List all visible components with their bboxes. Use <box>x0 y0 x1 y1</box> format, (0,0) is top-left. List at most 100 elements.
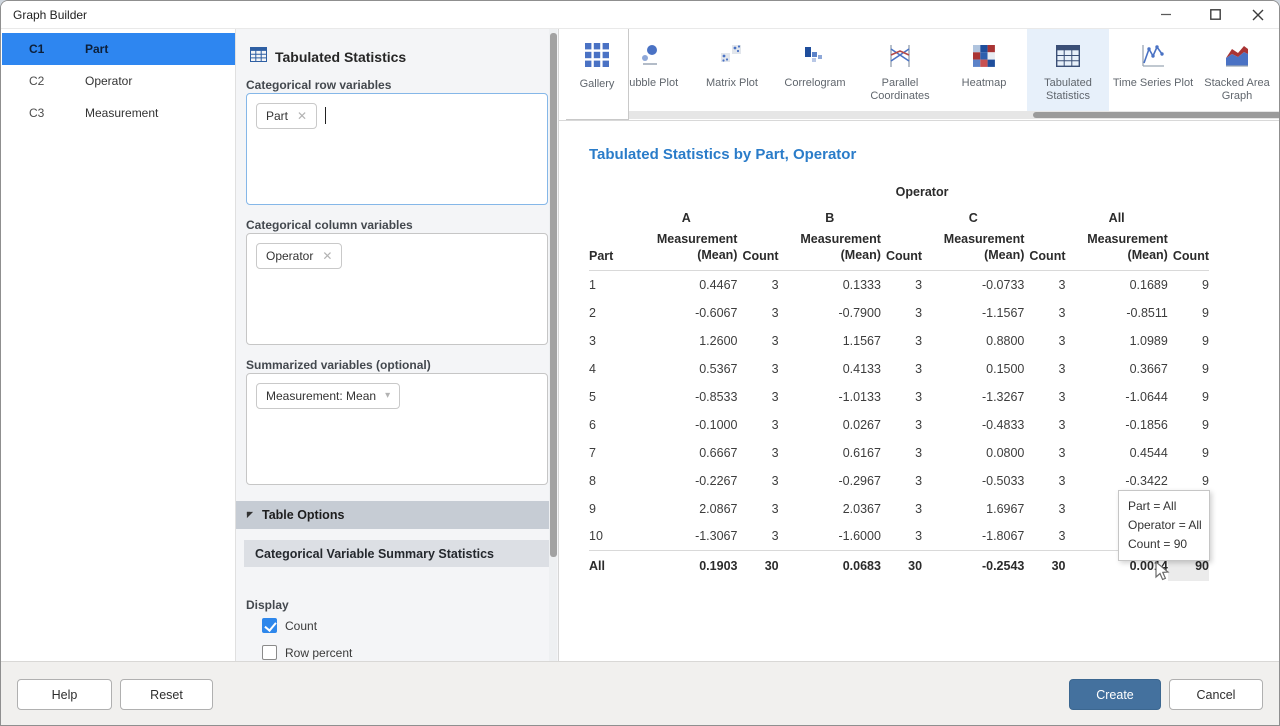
display-checkbox-row[interactable]: Count <box>262 618 317 633</box>
value-cell[interactable]: 3 <box>1024 467 1065 495</box>
part-cell[interactable]: All <box>589 551 635 581</box>
sidebar-item-part[interactable]: C1 Part <box>2 33 235 65</box>
value-cell[interactable]: 3 <box>737 355 778 383</box>
value-cell[interactable]: -1.6000 <box>779 523 881 551</box>
value-cell[interactable]: 2.0867 <box>635 495 737 523</box>
part-cell[interactable]: 3 <box>589 327 635 355</box>
value-cell[interactable]: 9 <box>1168 327 1209 355</box>
value-cell[interactable]: -0.8511 <box>1066 299 1168 327</box>
value-cell[interactable]: 3 <box>737 439 778 467</box>
chevron-down-icon[interactable]: ▾ <box>385 391 390 401</box>
summarized-variables-input[interactable]: Measurement: Mean ▾ <box>246 373 548 485</box>
value-cell[interactable]: 0.1333 <box>779 271 881 299</box>
value-cell[interactable]: -0.6067 <box>635 299 737 327</box>
value-cell[interactable]: 0.6167 <box>779 439 881 467</box>
value-cell[interactable]: 3 <box>737 467 778 495</box>
value-cell[interactable]: 3 <box>1024 495 1065 523</box>
value-cell[interactable]: 0.3667 <box>1066 355 1168 383</box>
part-cell[interactable]: 7 <box>589 439 635 467</box>
value-cell[interactable]: 1.2600 <box>635 327 737 355</box>
value-cell[interactable]: 3 <box>881 439 922 467</box>
value-cell[interactable]: -1.3267 <box>922 383 1024 411</box>
value-cell[interactable]: 3 <box>881 523 922 551</box>
variable-chip-measurement-mean[interactable]: Measurement: Mean ▾ <box>256 383 400 409</box>
value-cell[interactable]: 0.6667 <box>635 439 737 467</box>
value-cell[interactable]: 0.5367 <box>635 355 737 383</box>
value-cell[interactable]: 0.1689 <box>1066 271 1168 299</box>
value-cell[interactable]: 3 <box>737 299 778 327</box>
part-cell[interactable]: 1 <box>589 271 635 299</box>
part-cell[interactable]: 5 <box>589 383 635 411</box>
value-cell[interactable]: 0.4544 <box>1066 439 1168 467</box>
create-button[interactable]: Create <box>1069 679 1161 710</box>
value-cell[interactable]: 0.4467 <box>635 271 737 299</box>
value-cell[interactable]: 3 <box>737 411 778 439</box>
remove-chip-icon[interactable]: ✕ <box>297 110 307 122</box>
value-cell[interactable]: -1.3067 <box>635 523 737 551</box>
gallery-item-correlogram[interactable]: Correlogram <box>774 29 856 111</box>
value-cell[interactable]: 1.1567 <box>779 327 881 355</box>
value-cell[interactable]: 9 <box>1168 439 1209 467</box>
gallery-item-parallel-coordinates[interactable]: Parallel Coordinates <box>859 29 941 111</box>
gallery-item-matrix-plot[interactable]: Matrix Plot <box>691 29 773 111</box>
value-cell[interactable]: 3 <box>881 299 922 327</box>
value-cell[interactable]: 0.0800 <box>922 439 1024 467</box>
value-cell[interactable]: -0.2543 <box>922 551 1024 581</box>
part-cell[interactable]: 10 <box>589 523 635 551</box>
help-button[interactable]: Help <box>17 679 112 710</box>
gallery-button[interactable]: Gallery <box>566 29 629 120</box>
value-cell[interactable]: 30 <box>881 551 922 581</box>
row-percent-checkbox[interactable] <box>262 645 277 660</box>
value-cell[interactable]: 30 <box>1024 551 1065 581</box>
value-cell[interactable]: 3 <box>1024 383 1065 411</box>
gallery-scrollbar-thumb[interactable] <box>1033 112 1280 118</box>
minimize-icon[interactable] <box>1146 1 1186 28</box>
row-variables-input[interactable]: Part ✕ <box>246 93 548 205</box>
display-checkbox-row[interactable]: Row percent <box>262 645 352 660</box>
value-cell[interactable]: 3 <box>881 327 922 355</box>
value-cell[interactable]: 0.0267 <box>779 411 881 439</box>
value-cell[interactable]: 3 <box>1024 355 1065 383</box>
value-cell[interactable]: -0.0733 <box>922 271 1024 299</box>
value-cell[interactable]: 3 <box>737 327 778 355</box>
value-cell[interactable]: 3 <box>1024 439 1065 467</box>
value-cell[interactable]: 9 <box>1168 411 1209 439</box>
value-cell[interactable]: -0.8533 <box>635 383 737 411</box>
value-cell[interactable]: 3 <box>881 467 922 495</box>
maximize-icon[interactable] <box>1195 1 1235 28</box>
remove-chip-icon[interactable]: ✕ <box>322 250 332 262</box>
value-cell[interactable]: -1.0133 <box>779 383 881 411</box>
value-cell[interactable]: 3 <box>881 495 922 523</box>
value-cell[interactable]: -0.1000 <box>635 411 737 439</box>
value-cell[interactable]: 3 <box>737 271 778 299</box>
gallery-item-time-series-plot[interactable]: Time Series Plot <box>1112 29 1194 111</box>
value-cell[interactable]: 1.6967 <box>922 495 1024 523</box>
value-cell[interactable]: -0.1856 <box>1066 411 1168 439</box>
value-cell[interactable]: 3 <box>881 355 922 383</box>
value-cell[interactable]: 0.1903 <box>635 551 737 581</box>
value-cell[interactable]: 9 <box>1168 271 1209 299</box>
reset-button[interactable]: Reset <box>120 679 213 710</box>
value-cell[interactable]: 30 <box>737 551 778 581</box>
part-cell[interactable]: 4 <box>589 355 635 383</box>
value-cell[interactable]: 3 <box>1024 299 1065 327</box>
close-icon[interactable] <box>1238 1 1278 28</box>
value-cell[interactable]: 3 <box>1024 327 1065 355</box>
value-cell[interactable]: 3 <box>737 523 778 551</box>
value-cell[interactable]: -0.2967 <box>779 467 881 495</box>
value-cell[interactable]: -0.7900 <box>779 299 881 327</box>
part-cell[interactable]: 8 <box>589 467 635 495</box>
value-cell[interactable]: 9 <box>1168 383 1209 411</box>
value-cell[interactable]: -1.0644 <box>1066 383 1168 411</box>
value-cell[interactable]: -0.4833 <box>922 411 1024 439</box>
gallery-item-heatmap[interactable]: Heatmap <box>943 29 1025 111</box>
value-cell[interactable]: -0.5033 <box>922 467 1024 495</box>
variable-chip-operator[interactable]: Operator ✕ <box>256 243 342 269</box>
value-cell[interactable]: -1.8067 <box>922 523 1024 551</box>
value-cell[interactable]: 9 <box>1168 299 1209 327</box>
value-cell[interactable]: 3 <box>1024 523 1065 551</box>
gallery-item-tabulated-statistics[interactable]: Tabulated Statistics <box>1027 29 1109 111</box>
table-options-header[interactable]: Table Options <box>236 501 552 529</box>
value-cell[interactable]: 3 <box>881 383 922 411</box>
cancel-button[interactable]: Cancel <box>1169 679 1263 710</box>
